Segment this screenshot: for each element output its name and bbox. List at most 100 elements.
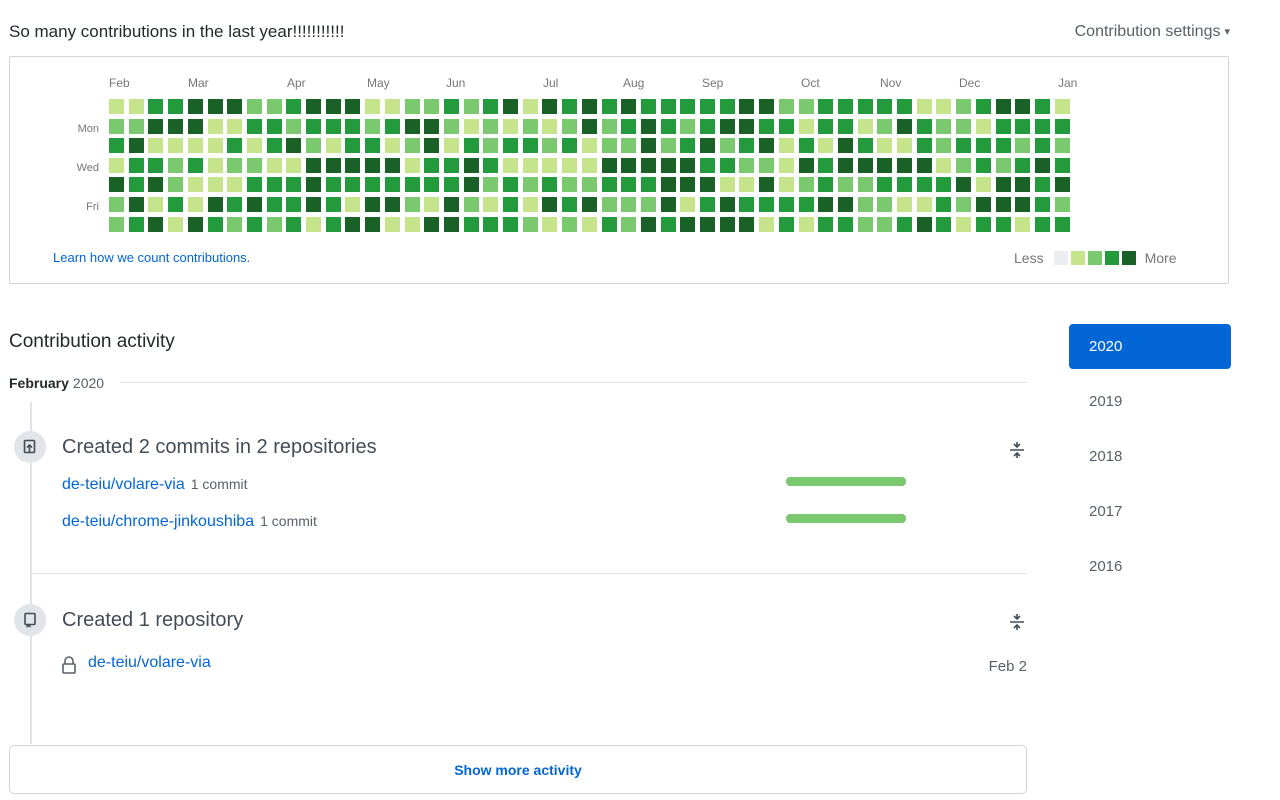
contribution-cell[interactable]: [187, 197, 203, 212]
contribution-cell[interactable]: [325, 118, 341, 134]
year-link-2019[interactable]: 2019: [1069, 379, 1231, 424]
contribution-cell[interactable]: [345, 99, 361, 114]
contribution-cell[interactable]: [1054, 157, 1070, 173]
contribution-cell[interactable]: [227, 216, 243, 232]
contribution-cell[interactable]: [778, 197, 794, 212]
year-link-2020[interactable]: 2020: [1069, 324, 1231, 369]
contribution-cell[interactable]: [463, 138, 479, 154]
contribution-cell[interactable]: [581, 99, 597, 114]
contribution-cell[interactable]: [404, 157, 420, 173]
year-link-2017[interactable]: 2017: [1069, 489, 1231, 534]
contribution-cell[interactable]: [148, 157, 164, 173]
contribution-cell[interactable]: [1034, 99, 1050, 114]
contribution-cell[interactable]: [345, 197, 361, 212]
contribution-cell[interactable]: [759, 99, 775, 114]
contribution-cell[interactable]: [306, 99, 321, 114]
contribution-cell[interactable]: [818, 157, 834, 173]
contribution-cell[interactable]: [443, 197, 459, 212]
contribution-cell[interactable]: [916, 99, 932, 114]
contribution-cell[interactable]: [956, 99, 972, 114]
contribution-cell[interactable]: [306, 138, 321, 154]
contribution-cell[interactable]: [1034, 197, 1050, 212]
contribution-cell[interactable]: [384, 177, 400, 193]
contribution-cell[interactable]: [109, 177, 124, 193]
contribution-cell[interactable]: [1015, 177, 1031, 193]
contribution-cell[interactable]: [621, 157, 637, 173]
contribution-cell[interactable]: [660, 177, 676, 193]
contribution-cell[interactable]: [227, 99, 243, 114]
fold-icon[interactable]: [1007, 612, 1027, 632]
contribution-cell[interactable]: [187, 99, 203, 114]
contribution-cell[interactable]: [818, 177, 834, 193]
contribution-cell[interactable]: [227, 177, 243, 193]
contribution-cell[interactable]: [581, 197, 597, 212]
contribution-cell[interactable]: [995, 157, 1011, 173]
contribution-cell[interactable]: [109, 216, 124, 232]
contribution-cell[interactable]: [187, 177, 203, 193]
contribution-cell[interactable]: [365, 99, 381, 114]
contribution-cell[interactable]: [975, 197, 991, 212]
contribution-cell[interactable]: [443, 118, 459, 134]
contribution-cell[interactable]: [404, 177, 420, 193]
contribution-cell[interactable]: [266, 157, 282, 173]
contribution-cell[interactable]: [601, 216, 617, 232]
contribution-cell[interactable]: [246, 197, 262, 212]
contribution-cell[interactable]: [522, 177, 538, 193]
contribution-cell[interactable]: [897, 216, 912, 232]
contribution-cell[interactable]: [168, 157, 184, 173]
contribution-cell[interactable]: [719, 138, 735, 154]
contribution-cell[interactable]: [759, 177, 775, 193]
contribution-cell[interactable]: [739, 138, 755, 154]
contribution-cell[interactable]: [148, 118, 164, 134]
contribution-settings-dropdown[interactable]: Contribution settings ▾: [1075, 23, 1230, 41]
contribution-cell[interactable]: [1034, 216, 1050, 232]
contribution-cell[interactable]: [897, 197, 912, 212]
contribution-cell[interactable]: [503, 138, 518, 154]
contribution-cell[interactable]: [522, 157, 538, 173]
contribution-cell[interactable]: [522, 197, 538, 212]
contribution-cell[interactable]: [897, 138, 912, 154]
contribution-cell[interactable]: [207, 216, 223, 232]
contribution-cell[interactable]: [778, 157, 794, 173]
contribution-cell[interactable]: [837, 118, 853, 134]
contribution-cell[interactable]: [936, 118, 952, 134]
contribution-cell[interactable]: [109, 118, 124, 134]
contribution-cell[interactable]: [877, 177, 893, 193]
contribution-cell[interactable]: [837, 157, 853, 173]
contribution-cell[interactable]: [227, 118, 243, 134]
contribution-cell[interactable]: [778, 118, 794, 134]
contribution-cell[interactable]: [148, 197, 164, 212]
contribution-cell[interactable]: [187, 118, 203, 134]
contribution-cell[interactable]: [739, 99, 755, 114]
contribution-cell[interactable]: [837, 197, 853, 212]
contribution-cell[interactable]: [739, 177, 755, 193]
contribution-cell[interactable]: [443, 216, 459, 232]
contribution-cell[interactable]: [700, 118, 715, 134]
contribution-cell[interactable]: [562, 99, 578, 114]
contribution-cell[interactable]: [483, 197, 499, 212]
contribution-cell[interactable]: [483, 157, 499, 173]
contribution-cell[interactable]: [857, 216, 873, 232]
contribution-cell[interactable]: [975, 177, 991, 193]
contribution-cell[interactable]: [227, 138, 243, 154]
contribution-cell[interactable]: [168, 197, 184, 212]
contribution-cell[interactable]: [187, 138, 203, 154]
contribution-cell[interactable]: [365, 216, 381, 232]
contribution-cell[interactable]: [306, 118, 321, 134]
contribution-cell[interactable]: [660, 138, 676, 154]
contribution-cell[interactable]: [542, 138, 558, 154]
contribution-cell[interactable]: [975, 157, 991, 173]
contribution-cell[interactable]: [818, 99, 834, 114]
contribution-cell[interactable]: [621, 118, 637, 134]
show-more-activity-button[interactable]: Show more activity: [9, 745, 1027, 794]
contribution-cell[interactable]: [916, 138, 932, 154]
contribution-cell[interactable]: [680, 118, 696, 134]
contribution-cell[interactable]: [483, 177, 499, 193]
contribution-cell[interactable]: [936, 157, 952, 173]
contribution-cell[interactable]: [1034, 157, 1050, 173]
contribution-cell[interactable]: [936, 138, 952, 154]
fold-icon[interactable]: [1007, 440, 1027, 460]
contribution-cell[interactable]: [956, 197, 972, 212]
contribution-cell[interactable]: [975, 138, 991, 154]
contribution-cell[interactable]: [384, 118, 400, 134]
